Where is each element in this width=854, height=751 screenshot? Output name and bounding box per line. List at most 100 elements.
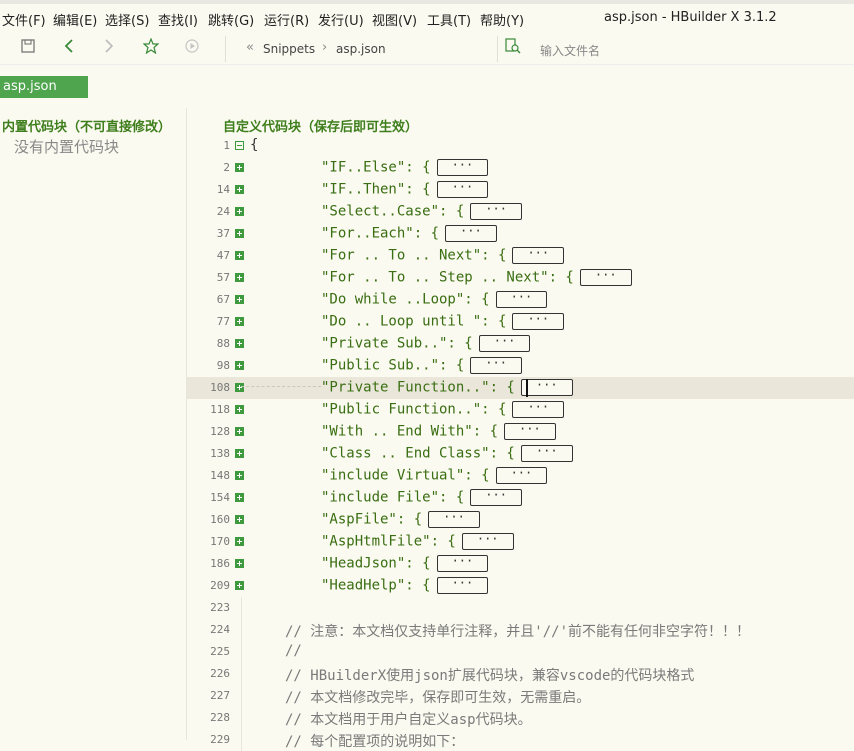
code-line[interactable]: 227 // 本文档修改完毕，保存即可生效，无需重启。 xyxy=(187,685,854,707)
line-number: 225 xyxy=(210,645,230,658)
fold-expand-icon[interactable] xyxy=(235,251,244,260)
menu-goto[interactable]: 跳转(G) xyxy=(208,10,254,29)
line-number: 186 xyxy=(210,557,230,570)
code-line[interactable]: 228 // 本文档用于用户自定义asp代码块。 xyxy=(187,707,854,729)
code-line[interactable]: 108 "Private Function..": {··· xyxy=(187,377,854,399)
code-line[interactable]: 88 "Private Sub..": {··· xyxy=(187,333,854,355)
line-number: 223 xyxy=(210,601,230,614)
code-line[interactable]: 225 // xyxy=(187,641,854,663)
snippet-key: "include Virtual": {··· xyxy=(321,467,548,484)
folded-block-button[interactable]: ··· xyxy=(436,577,489,594)
fold-collapse-icon[interactable] xyxy=(235,141,244,150)
fold-expand-icon[interactable] xyxy=(235,361,244,370)
tab-bar: asp.json xyxy=(0,64,854,99)
menu-run[interactable]: 运行(R) xyxy=(264,10,309,29)
fold-expand-icon[interactable] xyxy=(235,273,244,282)
menu-help[interactable]: 帮助(Y) xyxy=(480,10,524,29)
folded-block-button[interactable]: ··· xyxy=(470,357,522,374)
code-line[interactable]: 1 { xyxy=(187,135,854,157)
code-line[interactable]: 224 // 注意：本文档仅支持单行注释，并且'//'前不能有任何非空字符！！！ xyxy=(187,619,854,641)
fold-expand-icon[interactable] xyxy=(235,295,244,304)
breadcrumb-file[interactable]: asp.json xyxy=(336,42,386,56)
line-number: 47 xyxy=(216,249,230,262)
code-line[interactable]: 24 "Select..Case": {··· xyxy=(187,201,854,223)
folded-block-button[interactable]: ··· xyxy=(470,203,522,220)
code-line[interactable]: 128 "With .. End With": {··· xyxy=(187,421,854,443)
fold-expand-icon[interactable] xyxy=(235,229,244,238)
folded-block-button[interactable]: ··· xyxy=(436,555,489,572)
folded-block-button[interactable]: ··· xyxy=(495,467,548,484)
snippet-key-text: "Class .. End Class": { xyxy=(321,445,515,462)
folded-block-button[interactable]: ··· xyxy=(428,511,480,528)
code-line[interactable]: 223 xyxy=(187,597,854,619)
code-line[interactable]: 2 "IF..Else": {··· xyxy=(187,157,854,179)
menu-find[interactable]: 查找(I) xyxy=(158,10,198,29)
menu-tools[interactable]: 工具(T) xyxy=(427,10,471,29)
code-line[interactable]: 77 "Do .. Loop until ": {··· xyxy=(187,311,854,333)
code-line[interactable]: 226 // HBuilderX使用json扩展代码块，兼容vscode的代码块格… xyxy=(187,663,854,685)
fold-expand-icon[interactable] xyxy=(235,383,244,392)
menu-publish[interactable]: 发行(U) xyxy=(318,10,364,29)
menu-edit[interactable]: 编辑(E) xyxy=(53,10,97,29)
back-icon[interactable] xyxy=(59,38,79,58)
fold-expand-icon[interactable] xyxy=(235,207,244,216)
breadcrumb-root[interactable]: Snippets xyxy=(263,42,315,56)
fold-expand-icon[interactable] xyxy=(235,581,244,590)
code-line[interactable]: 138 "Class .. End Class": {··· xyxy=(187,443,854,465)
fold-expand-icon[interactable] xyxy=(235,559,244,568)
code-line[interactable]: 170 "AspHtmlFile": {··· xyxy=(187,531,854,553)
fold-expand-icon[interactable] xyxy=(235,185,244,194)
fold-expand-icon[interactable] xyxy=(235,163,244,172)
folded-block-button[interactable]: ··· xyxy=(436,159,489,176)
folded-block-button[interactable]: ··· xyxy=(478,335,531,352)
folded-block-button[interactable]: ··· xyxy=(436,181,489,198)
code-line[interactable]: 148 "include Virtual": {··· xyxy=(187,465,854,487)
code-line[interactable]: 37 "For..Each": {··· xyxy=(187,223,854,245)
breadcrumb-toggle-icon[interactable]: « xyxy=(246,40,254,55)
code-line[interactable]: 57 "For .. To .. Step .. Next": {··· xyxy=(187,267,854,289)
menu-select[interactable]: 选择(S) xyxy=(105,10,149,29)
folded-block-button[interactable]: ··· xyxy=(512,401,565,418)
fold-expand-icon[interactable] xyxy=(235,449,244,458)
folded-block-button[interactable]: ··· xyxy=(470,489,522,506)
fold-expand-icon[interactable] xyxy=(235,537,244,546)
save-icon[interactable] xyxy=(18,38,38,58)
run-icon[interactable] xyxy=(182,38,202,58)
code-line[interactable]: 186 "HeadJson": {··· xyxy=(187,553,854,575)
code-line[interactable]: 154 "include File": {··· xyxy=(187,487,854,509)
folded-block-button[interactable]: ··· xyxy=(520,445,573,462)
fold-expand-icon[interactable] xyxy=(235,317,244,326)
fold-expand-icon[interactable] xyxy=(235,405,244,414)
file-search-icon[interactable] xyxy=(503,38,523,58)
folded-block-button[interactable]: ··· xyxy=(512,247,565,264)
folded-block-button[interactable]: ··· xyxy=(504,423,556,440)
code-line[interactable]: 209 "HeadHelp": {··· xyxy=(187,575,854,597)
comment-text: // 本文档修改完毕，保存即可生效，无需重启。 xyxy=(285,690,591,706)
menu-view[interactable]: 视图(V) xyxy=(372,10,417,29)
folded-block-button[interactable]: ··· xyxy=(512,313,565,330)
code-line[interactable]: 67 "Do while ..Loop": {··· xyxy=(187,289,854,311)
line-number: 228 xyxy=(210,711,230,724)
code-line[interactable]: 229// 每个配置项的说明如下： xyxy=(187,729,854,751)
code-line[interactable]: 118 "Public Function..": {··· xyxy=(187,399,854,421)
folded-block-button[interactable]: ··· xyxy=(445,225,497,242)
code-line[interactable]: 47 "For .. To .. Next": {··· xyxy=(187,245,854,267)
folded-block-button[interactable]: ··· xyxy=(461,533,514,550)
file-search-input[interactable]: 输入文件名 xyxy=(540,42,600,59)
code-line[interactable]: 160 "AspFile": {··· xyxy=(187,509,854,531)
fold-expand-icon[interactable] xyxy=(235,427,244,436)
star-icon[interactable] xyxy=(141,37,161,58)
folded-block-button[interactable]: ··· xyxy=(579,269,632,286)
folded-block-button[interactable]: ··· xyxy=(495,291,548,308)
code-line[interactable]: 98 "Public Sub..": {··· xyxy=(187,355,854,377)
code-text: { xyxy=(250,137,259,153)
fold-expand-icon[interactable] xyxy=(235,471,244,480)
code-line[interactable]: 14 "IF..Then": {··· xyxy=(187,179,854,201)
fold-expand-icon[interactable] xyxy=(235,339,244,348)
tab-asp-json[interactable]: asp.json xyxy=(0,76,88,98)
fold-expand-icon[interactable] xyxy=(235,493,244,502)
fold-expand-icon[interactable] xyxy=(235,515,244,524)
forward-icon[interactable] xyxy=(99,38,119,58)
menu-file[interactable]: 文件(F) xyxy=(2,10,46,29)
folded-block-button[interactable]: ··· xyxy=(520,379,573,396)
